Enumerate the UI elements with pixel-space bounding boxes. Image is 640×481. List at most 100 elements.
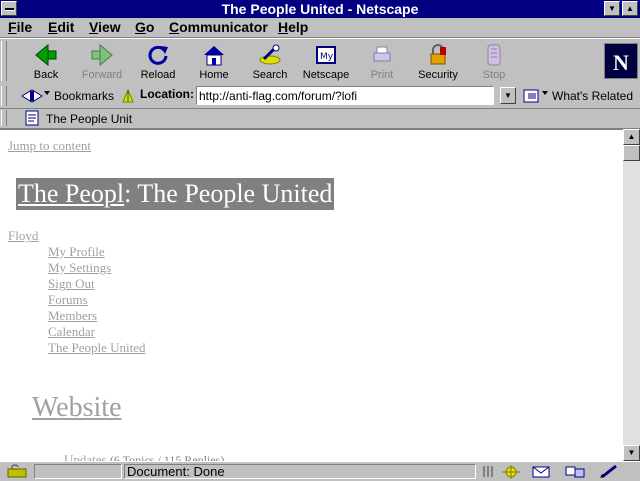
- user-menu-the-people-united[interactable]: The People United: [48, 340, 145, 356]
- progress-bar: [34, 464, 122, 479]
- location-label: Location:: [140, 87, 194, 101]
- user-menu: My Profile My Settings Sign Out Forums M…: [48, 244, 145, 356]
- scroll-down-button[interactable]: ▼: [623, 445, 640, 461]
- personal-toolbar: The People Unit: [0, 109, 640, 129]
- search-icon: [259, 44, 281, 65]
- user-menu-my-settings[interactable]: My Settings: [48, 260, 145, 276]
- stop-label: Stop: [482, 69, 506, 81]
- window-title: The People United - Netscape: [221, 1, 419, 17]
- personal-item-label: The People Unit: [46, 112, 133, 126]
- composer-icon[interactable]: [598, 464, 620, 479]
- scroll-down-icon: ▼: [627, 448, 636, 457]
- menu-communicator-label: ommunicator: [179, 19, 268, 35]
- search-label: Search: [252, 69, 288, 81]
- forward-button[interactable]: Forward: [74, 41, 130, 83]
- print-icon: [373, 46, 391, 62]
- forward-label: Forward: [81, 69, 123, 81]
- netscape-logo[interactable]: N: [604, 43, 638, 79]
- scroll-up-button[interactable]: ▲: [623, 129, 640, 145]
- reload-label: Reload: [140, 69, 176, 81]
- menu-bar: File Edit View Go Communicator Help: [0, 18, 640, 38]
- discussions-icon[interactable]: [564, 464, 586, 479]
- whats-related-label: What's Related: [552, 89, 633, 103]
- svg-text:My: My: [320, 52, 334, 62]
- menu-file-label: ile: [16, 19, 33, 35]
- menu-go-key: G: [135, 19, 146, 35]
- user-menu-my-profile[interactable]: My Profile: [48, 244, 145, 260]
- netscape-button[interactable]: My Netscape: [298, 41, 354, 83]
- menu-view[interactable]: View: [89, 19, 121, 35]
- scroll-thumb[interactable]: [623, 145, 640, 161]
- menu-go[interactable]: Go: [135, 19, 154, 35]
- status-grip-icon: [483, 466, 493, 477]
- section-website-link[interactable]: Website: [32, 392, 122, 424]
- scroll-up-icon: ▲: [627, 132, 636, 141]
- menu-file-key: F: [8, 19, 17, 35]
- chevron-down-icon: ▼: [504, 91, 512, 100]
- minimize-button[interactable]: ▼: [604, 1, 620, 16]
- user-menu-members[interactable]: Members: [48, 308, 145, 324]
- netscape-label: Netscape: [302, 69, 350, 81]
- forum-heading-link[interactable]: The Peopl: [18, 179, 124, 208]
- menu-go-label: o: [145, 19, 155, 35]
- back-label: Back: [33, 69, 59, 81]
- menu-help-key: H: [278, 19, 289, 35]
- forum-heading: The Peopl: The People United: [16, 178, 335, 210]
- jump-to-content-link[interactable]: Jump to content: [8, 138, 91, 154]
- stop-button[interactable]: Stop: [466, 41, 522, 83]
- security-lock-icon[interactable]: [6, 464, 28, 478]
- navigator-icon[interactable]: [500, 464, 522, 479]
- menu-edit-label: dit: [57, 19, 75, 35]
- back-button[interactable]: Back: [18, 41, 74, 83]
- whats-related-icon: [523, 89, 548, 103]
- location-dropdown-button[interactable]: ▼: [500, 87, 516, 104]
- menu-communicator-key: C: [169, 19, 180, 35]
- page-content: Jump to content The Peopl: The People Un…: [0, 129, 623, 462]
- security-label: Security: [418, 69, 458, 81]
- status-bar: Document: Done: [0, 461, 640, 481]
- reload-button[interactable]: Reload: [130, 41, 186, 83]
- bookmarks-label: Bookmarks: [54, 89, 115, 103]
- vertical-scrollbar[interactable]: ▲ ▼: [623, 129, 640, 461]
- bookmark-page-icon: [25, 110, 39, 126]
- netscape-icon: My: [316, 46, 336, 64]
- print-button[interactable]: Print: [354, 41, 410, 83]
- mail-icon[interactable]: [530, 464, 552, 479]
- home-icon: [204, 46, 224, 66]
- home-label: Home: [199, 69, 229, 81]
- menu-help-label: elp: [288, 19, 309, 35]
- page-proxy-icon[interactable]: [120, 88, 136, 104]
- menu-edit-key: E: [48, 19, 58, 35]
- user-menu-forums[interactable]: Forums: [48, 292, 145, 308]
- location-input[interactable]: [196, 86, 494, 105]
- print-label: Print: [370, 69, 394, 81]
- user-menu-sign-out[interactable]: Sign Out: [48, 276, 145, 292]
- back-icon: [35, 43, 57, 67]
- status-message: Document: Done: [124, 464, 476, 479]
- netscape-logo-letter: N: [613, 50, 629, 75]
- home-button[interactable]: Home: [186, 41, 242, 83]
- forward-icon: [91, 43, 113, 67]
- stop-icon: [487, 44, 501, 66]
- security-icon: [430, 44, 446, 65]
- search-button[interactable]: Search: [242, 41, 298, 83]
- location-grip[interactable]: [1, 86, 7, 106]
- username-link[interactable]: Floyd: [8, 228, 38, 244]
- menu-communicator[interactable]: Communicator: [169, 19, 268, 35]
- menu-view-key: V: [89, 19, 99, 35]
- menu-view-label: iew: [98, 19, 121, 35]
- navigation-toolbar: Back Forward Reload Home Search My Netsc…: [0, 38, 640, 86]
- bookmarks-icon: [21, 89, 50, 103]
- toolbar-grip[interactable]: [1, 41, 7, 81]
- menu-file[interactable]: File: [8, 19, 32, 35]
- menu-help[interactable]: Help: [278, 19, 308, 35]
- personal-grip[interactable]: [1, 110, 7, 126]
- forum-heading-text: : The People United: [124, 179, 333, 208]
- location-toolbar: Bookmarks Location: ▼ What's Related: [0, 85, 640, 109]
- title-bar: The People United - Netscape ▼ ▲: [0, 0, 640, 18]
- menu-edit[interactable]: Edit: [48, 19, 74, 35]
- user-menu-calendar[interactable]: Calendar: [48, 324, 145, 340]
- maximize-button[interactable]: ▲: [622, 1, 638, 16]
- security-button[interactable]: Security: [410, 41, 466, 83]
- reload-icon: [148, 45, 168, 65]
